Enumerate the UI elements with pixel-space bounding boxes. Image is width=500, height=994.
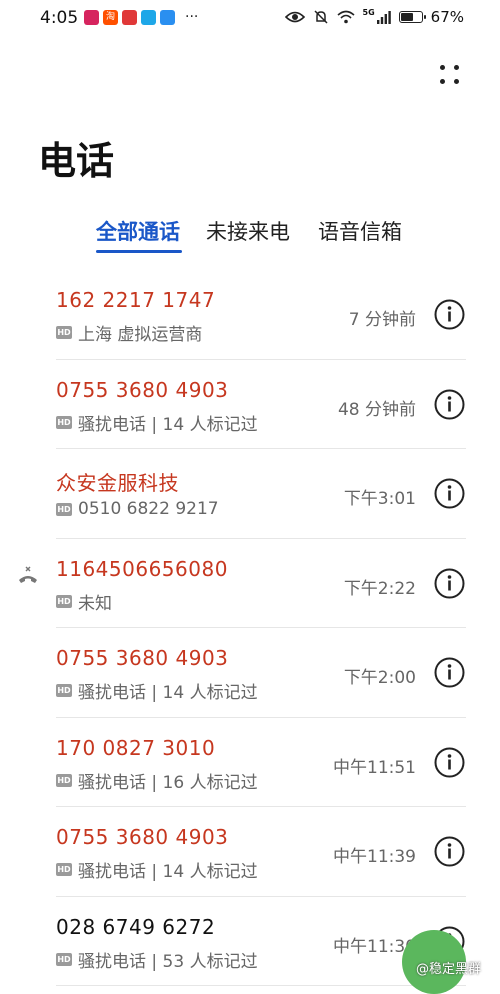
caller-info: 骚扰电话 | 16 人标记过 [78,772,258,793]
caller-name: 162 2217 1747 [56,288,216,312]
hd-badge: HD [56,952,72,966]
call-time: 7 分钟前 [348,310,416,330]
signal-icon [376,11,391,24]
dot-icon [440,79,445,84]
caller-info: 未知 [78,593,112,614]
call-log-list: 162 2217 1747 HD 上海 虚拟运营商 7 分钟前 0755 3680 49… [0,270,500,986]
more-options-button[interactable] [432,60,468,90]
call-time: 下午2:00 [343,668,416,688]
tab-missed-calls[interactable]: 未接来电 [206,216,290,246]
caller-name: 0755 3680 4903 [56,825,229,849]
caller-info: 0510 6822 9217 [78,499,219,519]
caller-details: HD 0510 6822 9217 [56,499,219,519]
more-notifications-icon: ··· [185,9,199,25]
caller-name: 170 0827 3010 [56,735,216,760]
caller-name: 028 6749 6272 [56,914,216,939]
missed-call-icon [19,566,37,583]
info-icon[interactable] [434,657,465,688]
search-app-icon [141,10,156,25]
info-icon[interactable] [434,836,465,867]
info-icon[interactable] [434,568,465,599]
call-time: 下午3:01 [343,489,416,509]
watermark: @稳定黑群 [402,930,500,994]
battery-icon [398,11,426,23]
call-row[interactable]: 0755 3680 4903 HD 骚扰电话 | 14 人标记过 下午2:00 [0,628,500,718]
caller-name: 1164506656080 [56,556,228,581]
caller-name: 0755 3680 4903 [56,377,229,402]
hd-badge: HD [56,594,72,608]
info-icon[interactable] [434,389,465,420]
call-row[interactable]: 0755 3680 4903 HD 骚扰电话 | 14 人标记过 48 分钟前 [0,360,500,449]
notification-icons: 淘 ··· [84,10,198,25]
call-row[interactable]: 162 2217 1747 HD 上海 虚拟运营商 7 分钟前 [0,270,500,360]
caller-details: HD 上海 虚拟运营商 [56,320,202,345]
taobao-icon: 淘 [103,10,118,25]
network-type: 5G [362,8,375,17]
call-time: 中午11:39 [333,847,416,867]
eye-icon [284,11,305,23]
dot-icon [454,65,459,70]
hd-badge: HD [56,326,72,339]
caller-details: HD 骚扰电话 | 14 人标记过 [56,678,258,703]
call-tabs: 全部通话 未接来电 语音信箱 [0,216,500,256]
status-bar: 4:05 淘 ··· 5G 67% [0,0,500,36]
wifi-icon [336,10,355,24]
caller-details: HD 骚扰电话 | 53 人标记过 [56,947,258,972]
caller-details: HD 骚扰电话 | 14 人标记过 [56,410,258,435]
mute-bell-icon [313,10,328,24]
caller-name: 0755 3680 4903 [56,646,229,670]
caller-details: HD 骚扰电话 | 16 人标记过 [56,768,258,793]
hd-badge: HD [56,863,72,876]
caller-info: 骚扰电话 | 14 人标记过 [78,414,258,435]
call-row[interactable]: 众安金服科技 HD 0510 6822 9217 下午3:01 [0,449,500,539]
page-title: 电话 [38,139,115,183]
weibo-app-icon [160,10,175,25]
hd-badge: HD [56,684,72,697]
dot-icon [454,79,459,84]
call-time: 48 分钟前 [337,399,416,420]
caller-info: 骚扰电话 | 53 人标记过 [78,951,258,972]
app-icon-1 [84,10,99,25]
battery-percent: 67% [430,8,464,26]
caller-details: HD 未知 [56,589,112,614]
status-indicators: 5G 67% [284,8,464,26]
hd-badge: HD [56,773,72,787]
call-time: 下午2:22 [343,578,416,599]
call-row[interactable]: 170 0827 3010 HD 骚扰电话 | 16 人标记过 中午11:51 [0,718,500,807]
info-icon[interactable] [434,747,465,778]
dot-icon [440,65,445,70]
app-icon-3 [122,10,137,25]
tab-all-calls[interactable]: 全部通话 [96,216,180,246]
caller-details: HD 骚扰电话 | 14 人标记过 [56,857,258,882]
call-row[interactable]: 0755 3680 4903 HD 骚扰电话 | 14 人标记过 中午11:39 [0,807,500,897]
info-icon[interactable] [434,299,465,330]
hd-badge: HD [56,415,72,429]
hd-badge: HD [56,502,72,516]
tab-voicemail[interactable]: 语音信箱 [318,216,402,246]
info-icon[interactable] [434,478,465,509]
caller-name: 众安金服科技 [56,471,179,495]
caller-info: 骚扰电话 | 14 人标记过 [78,862,258,882]
active-tab-indicator [96,250,182,253]
call-time: 中午11:51 [333,757,416,778]
caller-info: 上海 虚拟运营商 [78,325,203,345]
status-time: 4:05 [40,8,79,28]
row-divider [56,985,466,986]
call-row[interactable]: 1164506656080 HD 未知 下午2:22 [0,539,500,628]
watermark-text: @稳定黑群 [416,962,482,977]
caller-info: 骚扰电话 | 14 人标记过 [78,683,258,703]
